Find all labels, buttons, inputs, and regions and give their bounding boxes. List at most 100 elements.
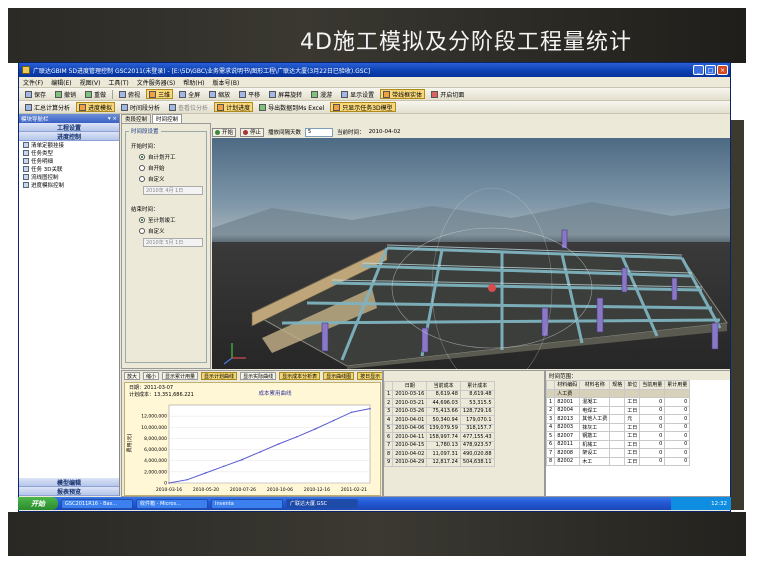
wireframe-solid-button[interactable]: 带线框实体 — [380, 89, 426, 99]
column-header: 累计成本 — [459, 381, 495, 391]
radio-end-planned[interactable]: 至计划竣工 — [139, 216, 203, 224]
nav-item-task-3d[interactable]: 任务 3D关联 — [19, 165, 119, 173]
show-cumulative-button[interactable]: 显示累计用量 — [162, 372, 199, 380]
zoom-button[interactable]: 缩放 — [206, 89, 233, 99]
export-excel-button[interactable]: 导出数据到Ms Excel — [256, 102, 327, 112]
taskbar-item[interactable]: 广联达大厦.GSC — [286, 498, 358, 509]
group-row[interactable]: 人工费 — [546, 388, 691, 398]
sim-start-button[interactable]: 开始 — [212, 127, 237, 137]
pin-icon[interactable]: ▾ × — [108, 116, 117, 122]
tab-segment-control[interactable]: 类段控制 — [121, 114, 152, 123]
maximize-button[interactable]: □ — [705, 65, 716, 75]
tab-time-control[interactable]: 时间控制 — [152, 114, 183, 123]
table-row[interactable]: 4 2010-04-01 50,340.94 179,070.1 — [384, 415, 495, 425]
taskbar-item[interactable]: Inventa — [211, 498, 283, 509]
table-row[interactable]: 8 82002 木工 工日 0 0 — [546, 456, 691, 466]
start-date-picker[interactable]: 2010年 4月 1日 — [143, 186, 203, 195]
cost-series-point — [296, 435, 298, 438]
table-row[interactable]: 6 2010-04-11 158,997.74 477,155.43 — [384, 432, 495, 442]
menu-edit[interactable]: 编辑(E) — [51, 78, 71, 87]
show-by-day-button[interactable]: 按日显示 — [357, 372, 382, 380]
table-row[interactable]: 2 2010-03-21 44,696.03 53,315.5 — [384, 398, 495, 408]
cost-series-point — [259, 451, 262, 453]
table-row[interactable]: 9 2010-04-29 12,817.24 504,638.11 — [384, 457, 495, 467]
nav-item-task-type[interactable]: 任务类型 — [19, 149, 119, 157]
nav-section-report-preview[interactable]: 报表预览 — [19, 487, 119, 496]
nav-item-task-detail[interactable]: 任务明细 — [19, 157, 119, 165]
table-row[interactable]: 3 82013 其他人工费元 0 0 — [546, 414, 691, 424]
radio-start-planned[interactable]: 自计划开工 — [139, 153, 203, 161]
radio-end-custom[interactable]: 自定义 — [139, 227, 203, 235]
table-row[interactable]: 5 2010-04-06 139,079.59 318,157.7 — [384, 423, 495, 433]
taskbar-item[interactable]: 收件箱 - Micros... — [136, 498, 208, 509]
zoom-in-button[interactable]: 放大 — [124, 372, 141, 380]
menu-file[interactable]: 文件(F) — [23, 78, 43, 87]
start-button[interactable]: 开始 — [18, 497, 58, 510]
list-icon — [23, 142, 29, 148]
summary-calc-button[interactable]: 汇总计算分析 — [22, 102, 73, 112]
app-icon — [22, 66, 30, 74]
menu-file-server[interactable]: 文件服务器(S) — [137, 78, 176, 87]
3d-viewport[interactable] — [212, 138, 730, 369]
show-plan-curve-button[interactable]: 显示计划曲线 — [201, 372, 238, 380]
close-button[interactable]: × — [717, 65, 728, 75]
table-row[interactable]: 7 82008 架设工 工日 0 0 — [546, 448, 691, 458]
rotate-button[interactable]: 屏幕旋转 — [266, 89, 305, 99]
period-analysis-button[interactable]: 时间段分析 — [118, 102, 163, 112]
nav-section-progress-control[interactable]: 进度控制 — [19, 132, 119, 141]
walk-button[interactable]: 漫游 — [308, 89, 335, 99]
table-cell: 2 — [384, 398, 394, 408]
section-button[interactable]: 开启切面 — [428, 89, 467, 99]
fullscreen-button[interactable]: 全屏 — [176, 89, 203, 99]
menu-tools[interactable]: 工具(T) — [108, 78, 128, 87]
progress-sim-button[interactable]: 进度模拟 — [76, 102, 116, 112]
table-row[interactable]: 5 82007 钢筋工 工日 0 0 — [546, 431, 691, 441]
undo-button[interactable]: 撤销 — [52, 89, 79, 99]
table-row[interactable]: 8 2010-04-02 11,097.31 490,020.88 — [384, 449, 495, 459]
radio-start-custom[interactable]: 自定义 — [139, 175, 203, 183]
column-header — [384, 381, 394, 391]
module-nav: 模块导航栏 ▾ × 工程设置 进度控制 清单定额挂接 任务类型 任务明细 任务 … — [19, 114, 120, 496]
calc-icon — [25, 103, 32, 111]
table-cell: 0 — [639, 431, 666, 441]
view-analysis-button[interactable]: 查看位分析 — [166, 102, 211, 112]
table-row[interactable]: 6 82011 机械工 工日 0 0 — [546, 439, 691, 449]
table-row[interactable]: 1 82001 混凝工 工日 0 0 — [546, 397, 691, 407]
chart-toolbar: 放大 缩小 显示累计用量 显示计划曲线 显示实际曲线 显示成本分析表 显示曲线图… — [122, 371, 382, 381]
plan-icon — [217, 103, 225, 111]
save-button[interactable]: 保存 — [22, 89, 49, 99]
top-view-button[interactable]: 俯视 — [116, 89, 143, 99]
taskbar-item[interactable]: GSC2011R16 - Bas... — [61, 498, 133, 509]
menu-view[interactable]: 视图(V) — [80, 78, 101, 87]
minimize-button[interactable]: _ — [693, 65, 704, 75]
nav-item-sim-control[interactable]: 进度模拟控制 — [19, 181, 119, 189]
end-date-picker[interactable]: 2010年 5月 1日 — [143, 238, 203, 247]
radio-start-from[interactable]: 自开始 — [139, 164, 203, 172]
nav-item-quota[interactable]: 清单定额挂接 — [19, 141, 119, 149]
menu-version[interactable]: 版本号(B) — [212, 78, 239, 87]
table-row[interactable]: 7 2010-04-15 1,780.13 478,923.57 — [384, 440, 495, 450]
interval-input[interactable]: 5 — [305, 127, 334, 137]
sim-stop-button[interactable]: 停止 — [240, 127, 265, 137]
show-curve-button[interactable]: 显示曲线图 — [323, 372, 355, 380]
zoom-out-button[interactable]: 缩小 — [143, 372, 160, 380]
chart-info-date: 日期：2011-03-07 — [129, 385, 173, 391]
table-row[interactable]: 4 82003 抹灰工 工日 0 0 — [546, 422, 691, 432]
table-row[interactable]: 2 82004 电焊工 工日 0 0 — [546, 405, 691, 415]
table-row[interactable]: 3 2010-03-26 75,413.66 128,729.16 — [384, 406, 495, 416]
nav-item-flowline[interactable]: 流线图控制 — [19, 173, 119, 181]
pan-button[interactable]: 平移 — [236, 89, 263, 99]
menu-help[interactable]: 帮助(H) — [183, 78, 204, 87]
show-cost-table-button[interactable]: 显示成本分析表 — [279, 372, 321, 380]
show-task-3d-button[interactable]: 只显示任务3D模型 — [330, 102, 396, 112]
table-cell — [609, 405, 626, 415]
table-row[interactable]: 1 2010-03-16 8,619.48 8,619.48 — [384, 389, 495, 399]
table-cell: 2 — [546, 405, 556, 415]
x-tick-label: 2010-12-16 — [304, 487, 330, 493]
display-settings-button[interactable]: 显示设置 — [338, 89, 377, 99]
show-actual-curve-button[interactable]: 显示实际曲线 — [240, 372, 277, 380]
cost-series-point — [168, 482, 170, 484]
redo-button[interactable]: 重做 — [82, 89, 109, 99]
plan-progress-button[interactable]: 计划进度 — [214, 102, 254, 112]
3d-view-button[interactable]: 三维 — [146, 89, 174, 99]
